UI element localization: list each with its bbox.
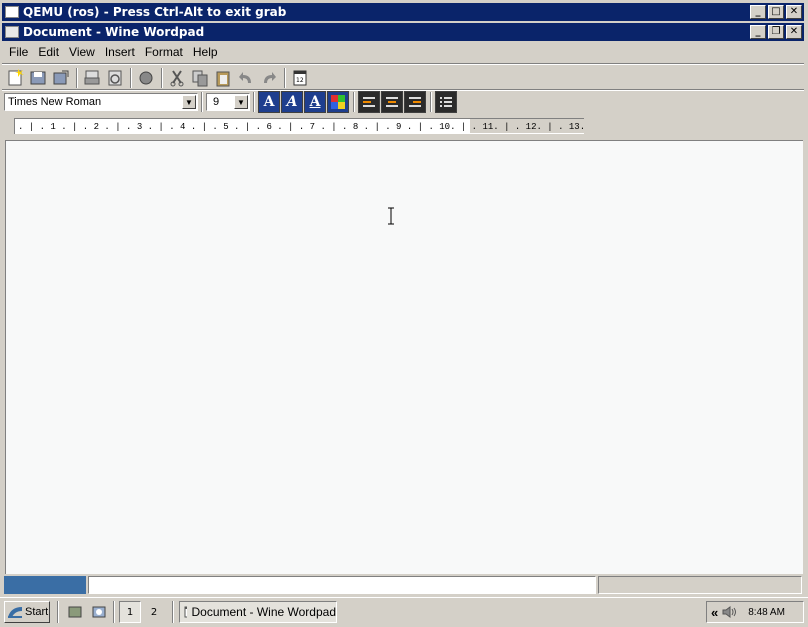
menu-bar: File Edit View Insert Format Help [4,42,223,62]
underline-button[interactable]: A [304,91,326,113]
toolbar-separator [430,92,432,112]
speaker-icon[interactable] [722,605,738,619]
status-right-panel [598,576,802,594]
menu-edit[interactable]: Edit [33,45,64,59]
qemu-minimize-button[interactable]: _ [750,5,766,19]
bullets-button[interactable] [435,91,457,113]
task-label: Document - Wine Wordpad [191,605,336,619]
align-left-button[interactable] [358,91,380,113]
workspace-1-button[interactable]: 1 [119,601,141,623]
status-text-panel [88,576,596,594]
app-titlebar: Document - Wine Wordpad _ ❐ ✕ [2,23,804,41]
toolbar-separator [76,68,78,88]
font-name-combo[interactable]: Times New Roman ▼ [4,93,198,111]
app-restore-button[interactable]: ❐ [768,25,784,39]
align-left-icon [363,97,375,107]
align-center-button[interactable] [381,91,403,113]
italic-button[interactable]: A [281,91,303,113]
font-size-value: 9 [213,96,220,108]
menu-insert[interactable]: Insert [100,45,140,59]
menu-help[interactable]: Help [188,45,223,59]
wordpad-icon [5,26,19,38]
font-size-combo[interactable]: 9 ▼ [206,93,250,111]
copy-icon[interactable] [189,67,211,89]
toolbar-separator [130,68,132,88]
status-bar [2,575,804,595]
undo-icon[interactable] [235,67,257,89]
cut-icon[interactable] [166,67,188,89]
bold-button[interactable]: A [258,91,280,113]
wordpad-icon [184,606,188,618]
chevron-down-icon[interactable]: ▼ [234,95,248,109]
align-right-icon [409,97,421,107]
save-icon[interactable] [50,67,72,89]
task-wordpad-button[interactable]: Document - Wine Wordpad [179,601,337,623]
app-minimize-button[interactable]: _ [750,25,766,39]
taskbar: Start 1 2 Document - Wine Wordpad « 8:48… [0,597,808,627]
text-cursor-icon [388,207,394,225]
menu-view[interactable]: View [64,45,100,59]
qemu-title: QEMU (ros) - Press Ctrl-Alt to exit grab [23,5,287,19]
taskbar-separator [113,601,115,623]
paste-icon[interactable] [212,67,234,89]
color-palette-icon [331,95,345,109]
toolbar-separator [201,92,203,112]
qemu-window-icon [5,6,19,18]
format-toolbar: Times New Roman ▼ 9 ▼ A A A [4,90,458,114]
chevron-down-icon[interactable]: ▼ [182,95,196,109]
align-right-button[interactable] [404,91,426,113]
qemu-close-button[interactable]: ✕ [786,5,802,19]
qemu-maximize-button[interactable]: □ [768,5,784,19]
toolbar-separator [161,68,163,88]
toolbar-separator [253,92,255,112]
menu-separator [2,63,804,65]
toolbar-separator [353,92,355,112]
new-icon[interactable] [4,67,26,89]
tray-expand-button[interactable]: « [711,605,718,620]
start-button[interactable]: Start [4,601,50,623]
start-icon [8,607,22,618]
system-tray: « 8:48 AM [706,601,804,623]
start-label: Start [25,606,49,618]
date-icon[interactable]: 12 [289,67,311,89]
explorer-icon[interactable] [90,603,108,621]
find-icon[interactable] [135,67,157,89]
print-preview-icon[interactable] [104,67,126,89]
redo-icon[interactable] [258,67,280,89]
taskbar-separator [172,601,174,623]
bullets-icon [440,97,452,107]
qemu-titlebar: QEMU (ros) - Press Ctrl-Alt to exit grab… [2,3,804,21]
show-desktop-icon[interactable] [66,603,84,621]
standard-toolbar: 12 [4,66,312,90]
ruler-scale: . | . 1 . | . 2 . | . 3 . | . 4 . | . 5 … [18,121,584,132]
open-icon[interactable] [27,67,49,89]
menu-format[interactable]: Format [140,45,188,59]
document-editor[interactable] [5,140,803,574]
print-icon[interactable] [81,67,103,89]
workspace-2-button[interactable]: 2 [143,601,165,623]
svg-text:12: 12 [296,77,304,84]
menu-file[interactable]: File [4,45,33,59]
clock[interactable]: 8:48 AM [748,607,785,618]
font-name-value: Times New Roman [8,96,102,108]
align-center-icon [386,97,398,107]
app-title: Document - Wine Wordpad [23,25,205,39]
status-accent-panel [4,576,86,594]
color-button[interactable] [327,91,349,113]
toolbar-separator [284,68,286,88]
app-close-button[interactable]: ✕ [786,25,802,39]
ruler[interactable]: . | . 1 . | . 2 . | . 3 . | . 4 . | . 5 … [14,118,584,134]
taskbar-separator [57,601,59,623]
